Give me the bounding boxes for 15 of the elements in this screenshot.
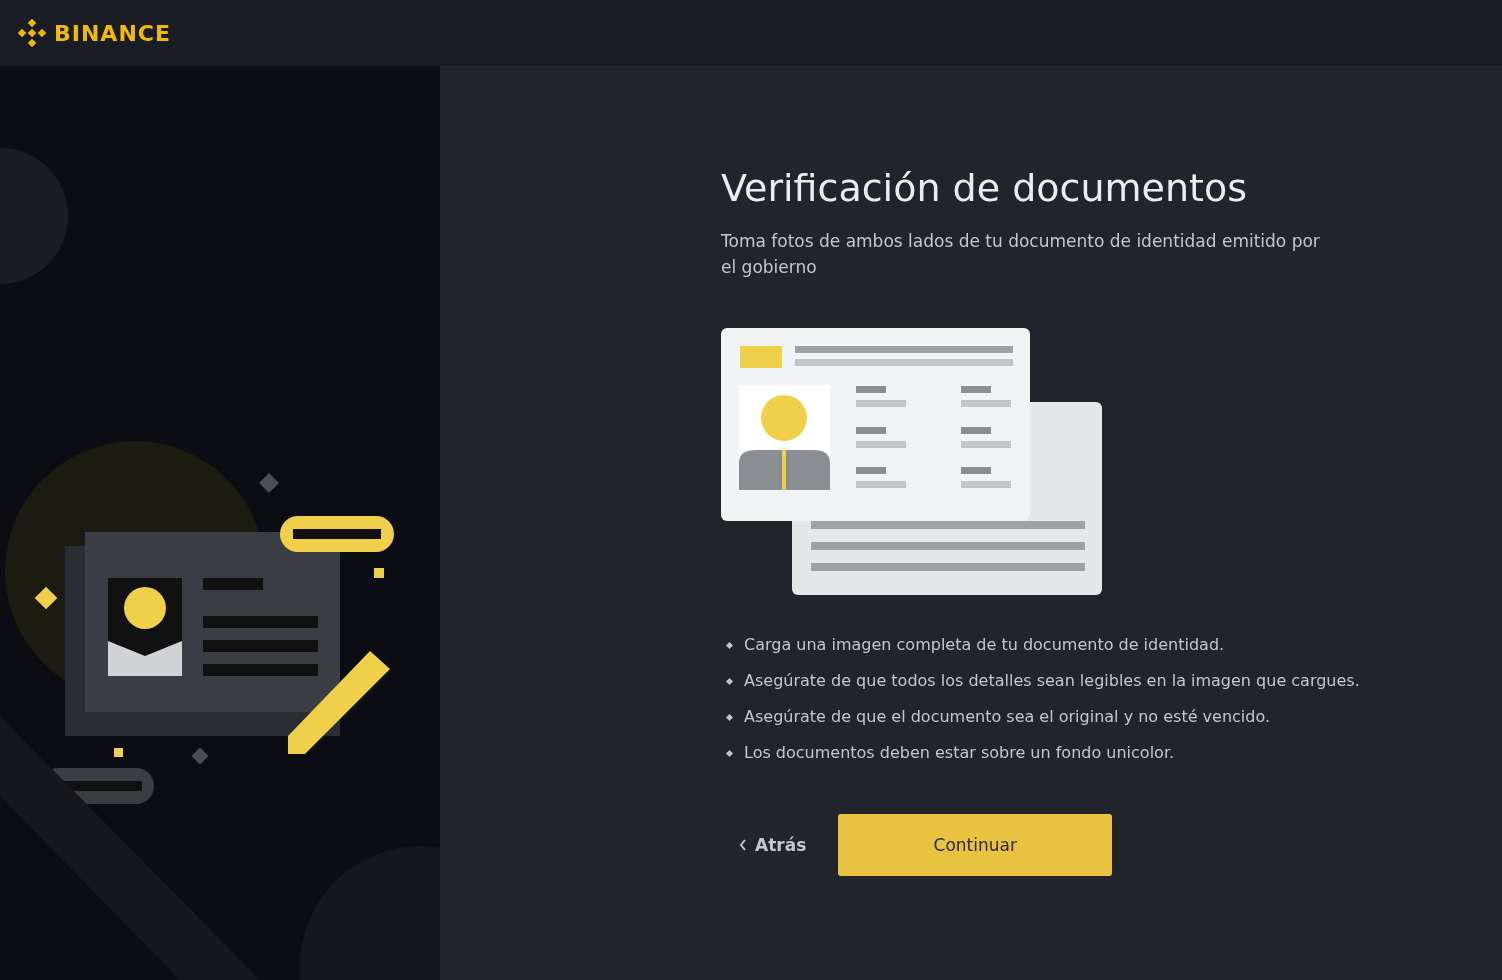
requirement-text: Los documentos deben estar sobre un fondo unicolor. bbox=[744, 742, 1175, 764]
requirement-text: Carga una imagen completa de tu documento de identidad. bbox=[744, 634, 1225, 656]
continue-button[interactable]: Continuar bbox=[838, 814, 1113, 876]
chevron-left-icon bbox=[739, 839, 747, 851]
back-button[interactable]: Atrás bbox=[739, 835, 807, 855]
bullet-icon bbox=[725, 641, 734, 649]
bullet-icon bbox=[725, 749, 734, 757]
page-title: Verificación de documentos bbox=[721, 166, 1248, 210]
requirement-text: Asegúrate de que todos los detalles sean legibles en la imagen que cargues. bbox=[744, 670, 1360, 692]
bullet-icon bbox=[725, 677, 734, 685]
bullet-icon bbox=[725, 713, 734, 721]
subtitle: Toma fotos de ambos lados de tu documento de identidad emitido por el gobierno bbox=[721, 230, 1321, 279]
requirement-text: Asegúrate de que el documento sea el original y no esté vencido. bbox=[744, 706, 1271, 728]
brand-name: BINANCE bbox=[54, 20, 171, 46]
logo-icon bbox=[16, 17, 48, 49]
